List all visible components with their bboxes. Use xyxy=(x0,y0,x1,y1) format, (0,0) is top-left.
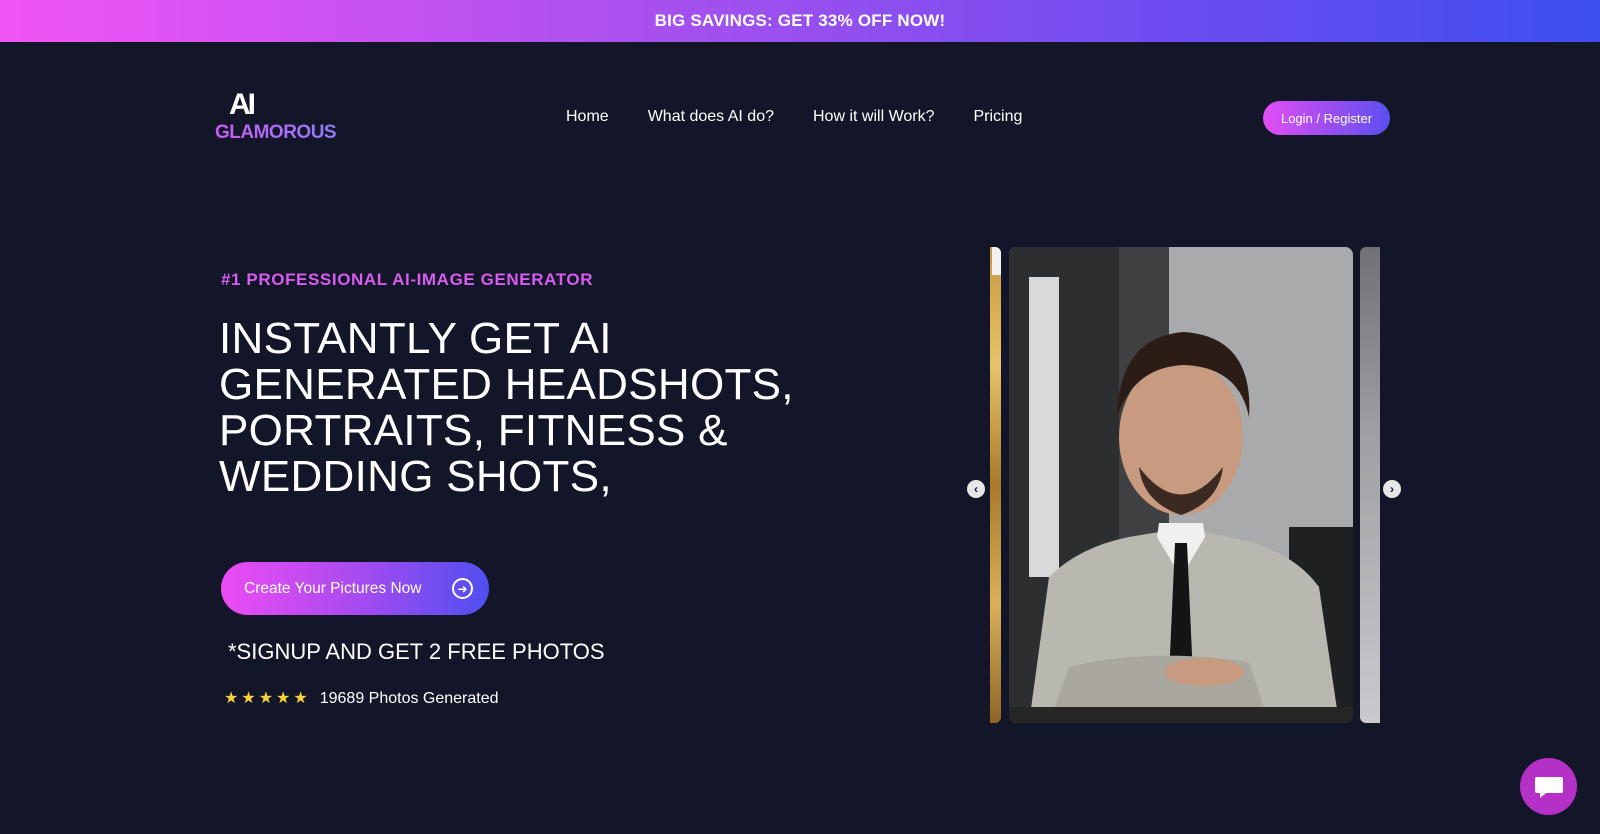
star-rating: ★ ★ ★ ★ ★ xyxy=(224,690,308,708)
hero-headline: INSTANTLY GET AI GENERATED HEADSHOTS, PO… xyxy=(219,314,794,501)
nav-what-does-ai-do[interactable]: What does AI do? xyxy=(648,106,774,128)
nav-how-it-works[interactable]: How it will Work? xyxy=(813,106,935,128)
chat-button[interactable] xyxy=(1520,758,1577,815)
star-icon: ★ xyxy=(293,690,308,707)
logo-wordmark: GLAMOROUS xyxy=(215,122,337,143)
cta-label: Create Your Pictures Now xyxy=(244,579,422,597)
star-icon: ★ xyxy=(258,690,274,707)
chevron-left-icon[interactable]: ‹ xyxy=(967,480,985,498)
star-icon: ★ xyxy=(241,690,256,707)
carousel-slide-previous[interactable] xyxy=(990,247,1001,723)
promo-banner[interactable]: BIG SAVINGS: GET 33% OFF NOW! xyxy=(0,0,1600,42)
login-register-button[interactable]: Login / Register xyxy=(1263,101,1390,135)
signup-note: *SIGNUP AND GET 2 FREE PHOTOS xyxy=(228,639,605,664)
carousel-slide-next[interactable] xyxy=(1360,247,1380,723)
create-pictures-button[interactable]: Create Your Pictures Now ➜ xyxy=(221,562,489,615)
star-icon: ★ xyxy=(224,690,239,707)
rating-row: ★ ★ ★ ★ ★ 19689 Photos Generated xyxy=(224,690,499,708)
nav-pricing[interactable]: Pricing xyxy=(974,106,1023,128)
chevron-right-icon[interactable]: › xyxy=(1383,480,1401,498)
hero-eyebrow: #1 PROFESSIONAL AI-IMAGE GENERATOR xyxy=(221,270,594,289)
logo-mark: AI xyxy=(229,88,256,121)
arrow-circle-right-icon: ➜ xyxy=(452,578,473,599)
star-icon: ★ xyxy=(276,690,291,707)
portrait-image xyxy=(1009,247,1353,723)
image-carousel: ‹ › xyxy=(960,247,1410,724)
nav-home[interactable]: Home xyxy=(566,106,609,128)
photos-generated-count: 19689 Photos Generated xyxy=(319,690,499,707)
carousel-slide-current[interactable] xyxy=(1009,247,1353,723)
chat-bubble-icon xyxy=(1534,776,1563,798)
main-nav: Home What does AI do? How it will Work? … xyxy=(566,106,1061,128)
promo-text: BIG SAVINGS: GET 33% OFF NOW! xyxy=(654,11,946,30)
logo[interactable]: AI GLAMOROUS xyxy=(215,88,337,146)
